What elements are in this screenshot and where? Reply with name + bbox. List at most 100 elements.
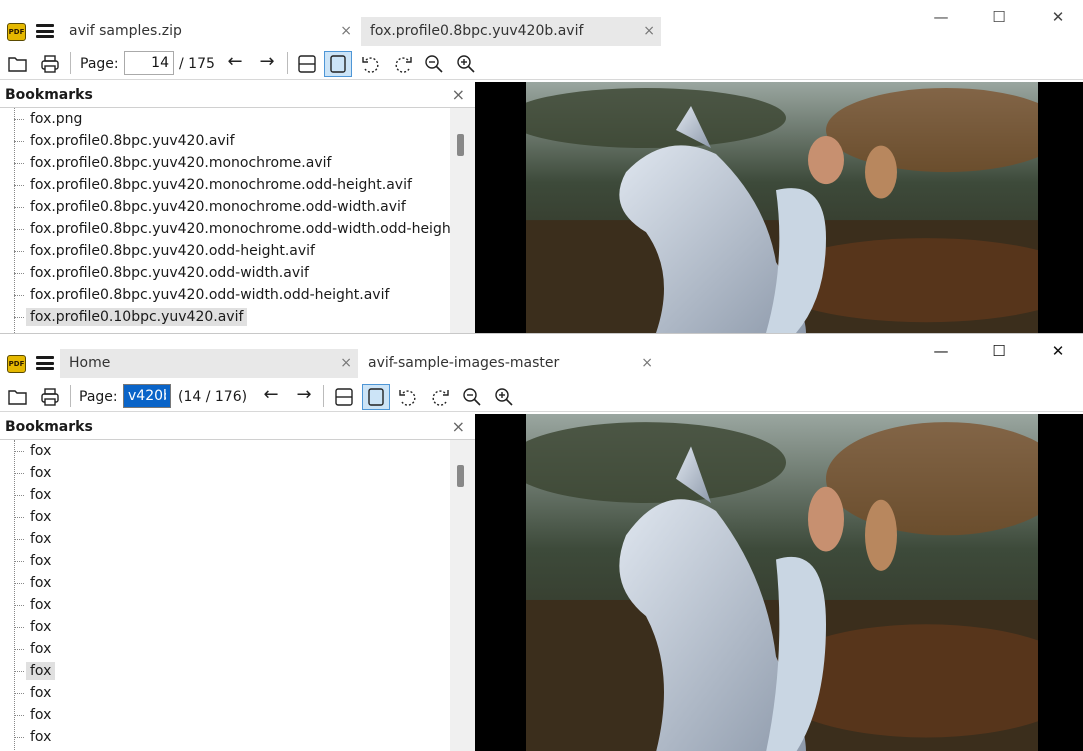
next-page-button[interactable]: → <box>292 384 316 405</box>
tab-avif-sample-images-master[interactable]: avif-sample-images-master × <box>359 349 659 378</box>
bookmark-label: fox <box>30 509 52 525</box>
scrollbar-thumb[interactable] <box>457 465 464 487</box>
bookmark-item[interactable]: fox.profile0.10bpc.yuv420.avif <box>0 306 450 328</box>
bookmark-item[interactable]: fox <box>0 638 450 660</box>
bookmark-item[interactable]: fox.png <box>0 108 450 130</box>
open-folder-icon[interactable] <box>4 384 32 410</box>
bookmark-item[interactable]: fox <box>0 594 450 616</box>
tree-connector <box>14 649 24 650</box>
tab-avif-samples-zip[interactable]: avif samples.zip × <box>60 17 358 46</box>
rotate-left-icon[interactable] <box>394 384 422 410</box>
tab-close-icon[interactable]: × <box>641 349 653 378</box>
tree-connector <box>14 495 24 496</box>
bookmark-item[interactable]: fox <box>0 528 450 550</box>
bookmark-item[interactable]: fox <box>0 440 450 462</box>
maximize-button[interactable]: ☐ <box>987 8 1011 26</box>
bookmark-item[interactable]: fox <box>0 660 450 682</box>
bookmarks-close-icon[interactable]: × <box>452 414 465 440</box>
page-label: Page: <box>79 389 118 405</box>
tab-fox-file[interactable]: fox.profile0.8bpc.yuv420b.avif × <box>361 17 661 46</box>
close-window-button[interactable]: ✕ <box>1046 342 1070 360</box>
rotate-left-icon[interactable] <box>357 51 385 77</box>
continuous-pages-icon[interactable] <box>330 384 358 410</box>
tab-label: avif samples.zip <box>69 23 182 39</box>
tree-connector <box>14 141 24 142</box>
bookmark-item[interactable]: fox.profile0.8bpc.yuv420.monochrome.odd-… <box>0 218 450 240</box>
tab-label: fox.profile0.8bpc.yuv420b.avif <box>370 23 584 39</box>
single-page-icon[interactable] <box>362 384 390 410</box>
bookmarks-close-icon[interactable]: × <box>452 82 465 108</box>
tab-close-icon[interactable]: × <box>340 349 352 378</box>
bookmark-item[interactable]: fox.profile0.8bpc.yuv420.odd-width.avif <box>0 262 450 284</box>
tree-connector <box>14 273 24 274</box>
print-icon[interactable] <box>36 384 64 410</box>
tree-connector <box>14 693 24 694</box>
page-number-input[interactable] <box>123 384 171 408</box>
bookmark-label: fox <box>30 487 52 503</box>
bookmarks-header: Bookmarks × <box>0 82 475 108</box>
close-window-button[interactable]: ✕ <box>1046 8 1070 26</box>
bookmark-item[interactable]: fox.profile0.8bpc.yuv420.odd-width.odd-h… <box>0 284 450 306</box>
bookmark-label: fox.profile0.10bpc.yuv420.avif <box>26 308 248 326</box>
bookmark-label: fox.png <box>30 111 83 127</box>
tree-connector <box>14 251 24 252</box>
tree-connector <box>14 229 24 230</box>
bookmark-item[interactable]: fox <box>0 462 450 484</box>
rotate-right-icon[interactable] <box>426 384 454 410</box>
bookmarks-scrollbar[interactable] <box>450 440 475 751</box>
bookmark-item[interactable]: fox <box>0 726 450 748</box>
continuous-pages-icon[interactable] <box>293 51 321 77</box>
bookmarks-scrollbar[interactable] <box>450 108 475 333</box>
bookmarks-title: Bookmarks <box>5 87 93 103</box>
menu-icon[interactable] <box>36 356 54 370</box>
page-viewer[interactable] <box>475 82 1083 333</box>
bookmark-label: fox <box>30 707 52 723</box>
tab-close-icon[interactable]: × <box>643 17 655 46</box>
bookmark-item[interactable]: fox <box>0 484 450 506</box>
tab-home[interactable]: Home × <box>60 349 358 378</box>
page-viewer[interactable] <box>475 414 1083 751</box>
open-folder-icon[interactable] <box>4 51 32 77</box>
bookmark-item[interactable]: fox <box>0 550 450 572</box>
zoom-out-icon[interactable] <box>420 51 448 77</box>
zoom-in-icon[interactable] <box>452 51 480 77</box>
title-bar: PDF Home × avif-sample-images-master × —… <box>0 334 1083 379</box>
page-number-input[interactable] <box>124 51 174 75</box>
previous-page-button[interactable]: ← <box>259 384 283 405</box>
bookmark-item[interactable]: fox <box>0 572 450 594</box>
next-page-button[interactable]: → <box>255 51 279 72</box>
tree-connector <box>14 627 24 628</box>
bookmark-item[interactable]: fox.profile0.8bpc.yuv420.odd-height.avif <box>0 240 450 262</box>
previous-page-button[interactable]: ← <box>223 51 247 72</box>
rotate-right-icon[interactable] <box>389 51 417 77</box>
zoom-in-icon[interactable] <box>490 384 518 410</box>
bookmark-label: fox <box>30 465 52 481</box>
tree-connector <box>14 737 24 738</box>
bookmark-item[interactable]: fox <box>0 616 450 638</box>
bookmark-item[interactable]: fox <box>0 682 450 704</box>
tree-connector <box>14 317 24 318</box>
single-page-icon[interactable] <box>324 51 352 77</box>
bookmark-item[interactable]: fox <box>0 704 450 726</box>
bookmark-item[interactable]: fox.profile0.8bpc.yuv420.monochrome.odd-… <box>0 174 450 196</box>
bookmark-label: fox.profile0.8bpc.yuv420.monochrome.avif <box>30 155 332 171</box>
bookmark-label: fox <box>30 641 52 657</box>
bookmark-item[interactable]: fox <box>0 506 450 528</box>
tree-connector <box>14 473 24 474</box>
print-icon[interactable] <box>36 51 64 77</box>
bookmark-item[interactable]: fox.profile0.8bpc.yuv420.avif <box>0 130 450 152</box>
bookmark-item[interactable]: fox.profile0.8bpc.yuv420.monochrome.avif <box>0 152 450 174</box>
minimize-button[interactable]: — <box>929 8 953 26</box>
maximize-button[interactable]: ☐ <box>987 342 1011 360</box>
bookmarks-list: fox.png fox.profile0.8bpc.yuv420.avif fox.… <box>0 108 450 333</box>
toolbar-separator <box>70 385 71 407</box>
viewer-window-2: PDF Home × avif-sample-images-master × —… <box>0 333 1083 751</box>
bookmark-item[interactable]: fox.profile0.8bpc.yuv420.monochrome.odd-… <box>0 196 450 218</box>
menu-icon[interactable] <box>36 24 54 38</box>
tab-close-icon[interactable]: × <box>340 17 352 46</box>
minimize-button[interactable]: — <box>929 342 953 360</box>
bookmark-label: fox.profile0.8bpc.yuv420.odd-height.avif <box>30 243 315 259</box>
scrollbar-thumb[interactable] <box>457 134 464 156</box>
bookmark-label: fox <box>30 443 52 459</box>
zoom-out-icon[interactable] <box>458 384 486 410</box>
